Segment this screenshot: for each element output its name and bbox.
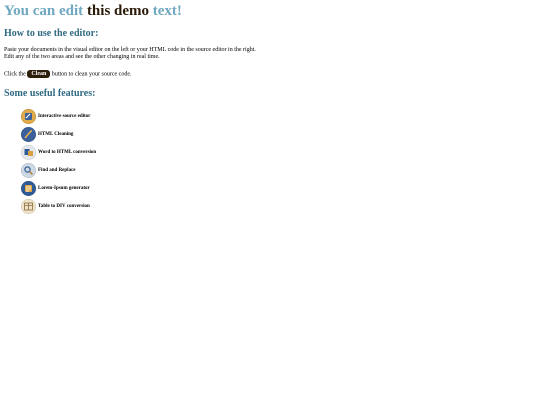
features-heading: Some useful features:	[4, 88, 96, 99]
feature-label: Find and Replace	[38, 167, 76, 173]
feature-label: Lorem-Ipsum generator	[38, 185, 90, 191]
feature-item: HTML Cleaning	[21, 125, 96, 143]
features-list: Interactive source editor HTML Cleaning …	[21, 107, 96, 215]
feature-item: Interactive source editor	[21, 107, 96, 125]
feature-item: Lorem-Ipsum generator	[21, 179, 96, 197]
lorem-ipsum-icon	[21, 180, 36, 196]
clean-button[interactable]: Clean	[27, 70, 51, 78]
find-replace-icon	[21, 162, 36, 178]
feature-label: Word to HTML conversion	[38, 149, 97, 155]
usage-heading: How to use the editor:	[4, 28, 99, 39]
clean-instruction: Click the Clean button to clean your sou…	[4, 70, 131, 78]
page-title: You can edit this demo text!	[4, 4, 536, 19]
usage-instructions: Paste your documents in the visual edito…	[4, 47, 256, 61]
usage-line-2: Edit any of the two areas and see the ot…	[4, 54, 160, 60]
interactive-editor-icon	[21, 108, 36, 124]
feature-label: HTML Cleaning	[38, 131, 74, 137]
title-part-1: You can edit	[4, 3, 87, 19]
usage-line-1: Paste your documents in the visual edito…	[4, 47, 256, 53]
click-suffix: button to clean your source code.	[51, 71, 132, 78]
html-cleaning-icon	[21, 126, 36, 142]
feature-label: Table to DIV conversion	[38, 203, 90, 209]
title-part-3: text!	[149, 3, 182, 19]
feature-item: Find and Replace	[21, 161, 96, 179]
table-div-icon	[21, 198, 36, 214]
click-prefix: Click the	[4, 71, 26, 78]
editor-page: You can edit this demo text! How to use …	[0, 0, 540, 214]
word-conversion-icon	[21, 144, 36, 160]
feature-label: Interactive source editor	[38, 113, 91, 119]
feature-item: Word to HTML conversion	[21, 143, 96, 161]
feature-item: Table to DIV conversion	[21, 197, 96, 215]
title-part-2: this demo	[86, 3, 150, 19]
